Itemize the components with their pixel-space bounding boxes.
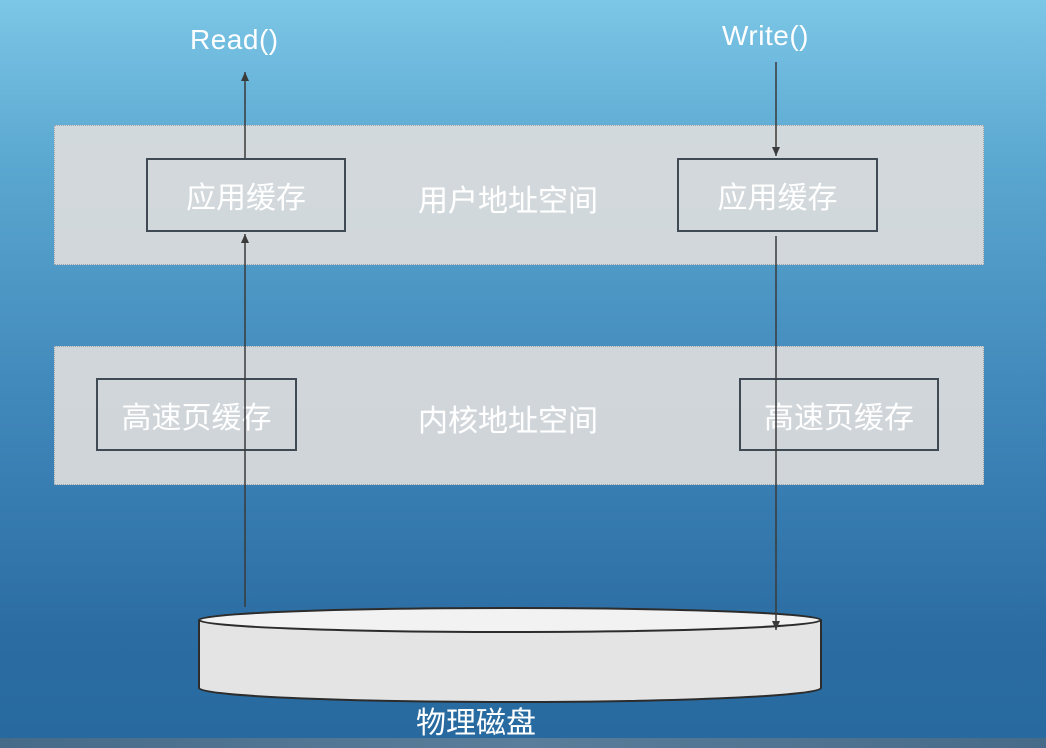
disk-body [198,620,822,703]
app-cache-box-read: 应用缓存 [146,158,346,232]
disk-top [198,607,822,633]
page-cache-label-read: 高速页缓存 [121,400,272,436]
page-cache-box-write: 高速页缓存 [739,378,939,451]
app-cache-label-read: 应用缓存 [186,181,306,216]
bottom-strip [0,738,1046,748]
read-label: Read() [190,24,279,55]
page-cache-box-read: 高速页缓存 [96,378,297,451]
app-cache-label-write: 应用缓存 [717,181,838,216]
kernel-address-space-title: 内核地址空间 [418,404,598,439]
page-cache-label-write: 高速页缓存 [764,400,914,436]
write-label: Write() [722,20,809,51]
physical-disk-label: 物理磁盘 [416,706,536,741]
app-cache-box-write: 应用缓存 [677,158,878,232]
user-address-space-title: 用户地址空间 [418,184,598,219]
